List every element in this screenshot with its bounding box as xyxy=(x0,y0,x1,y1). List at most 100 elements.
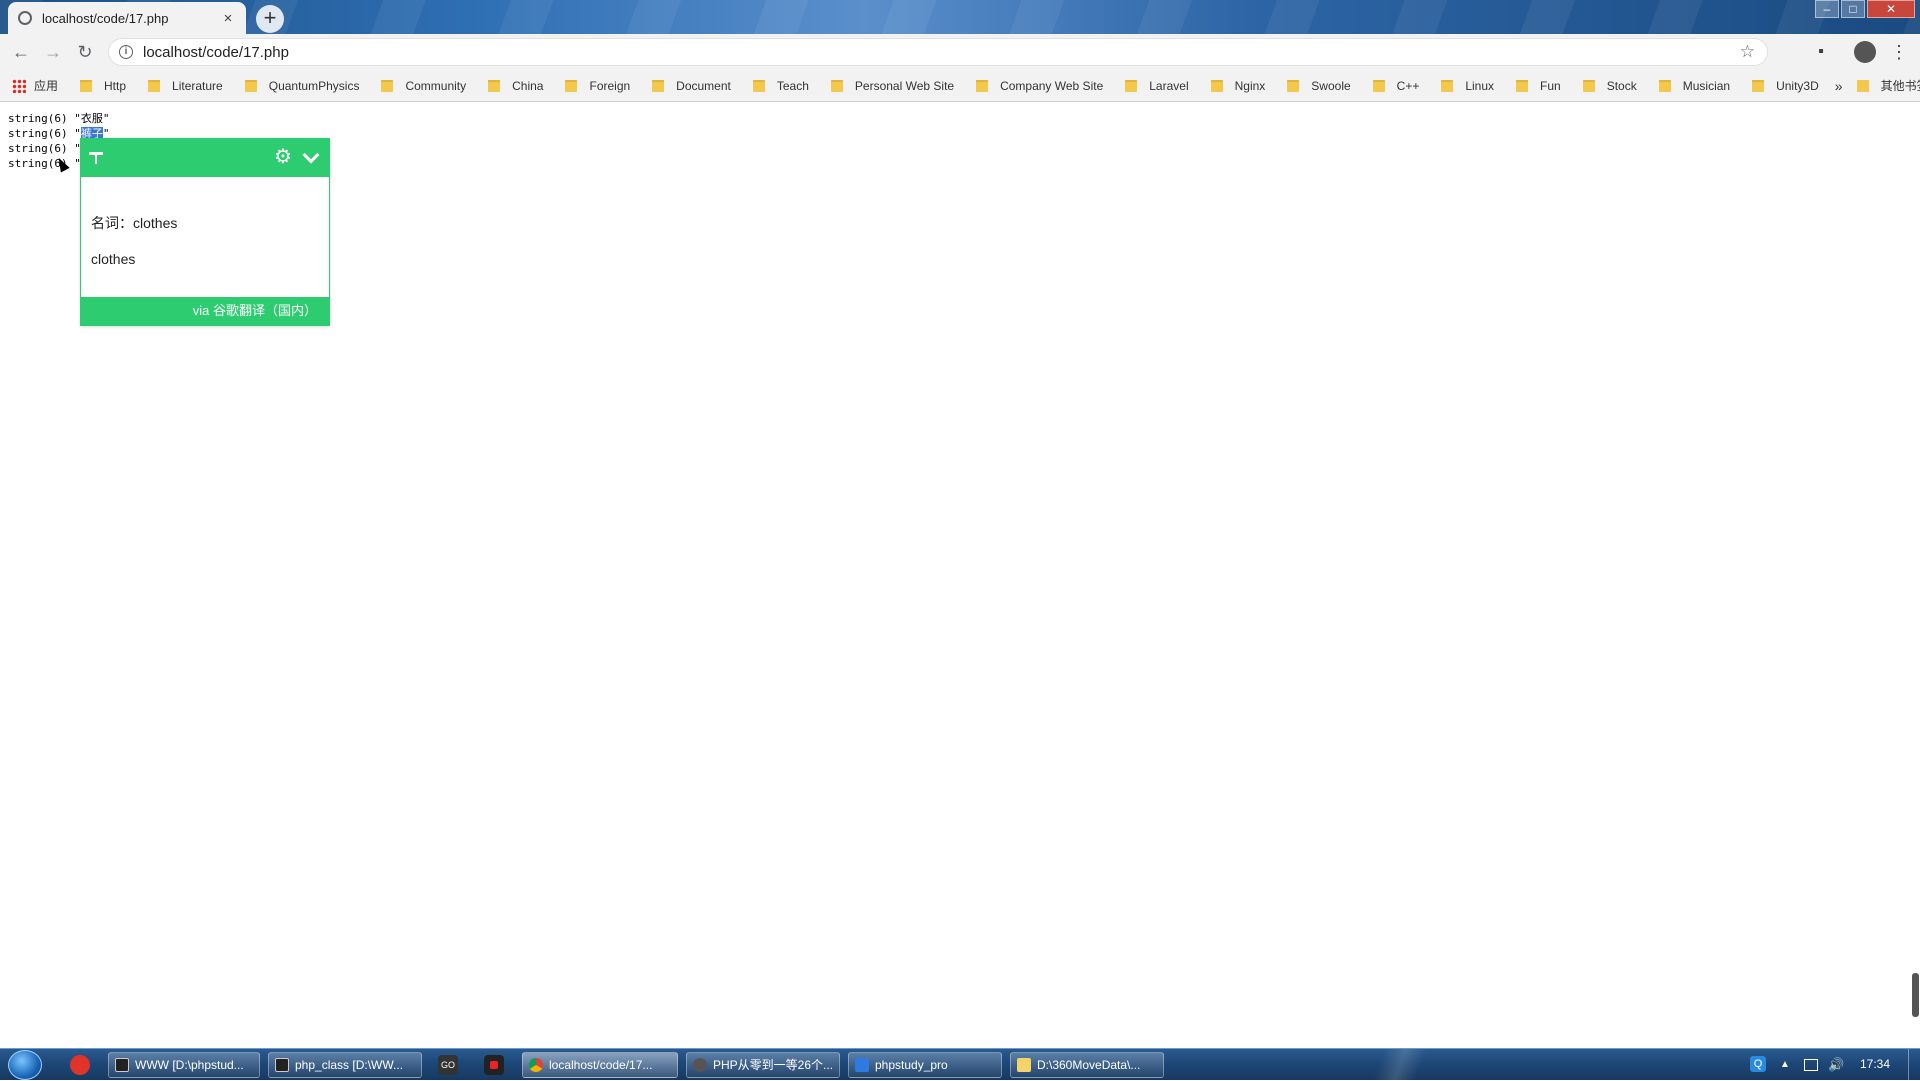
browser-menu-icon[interactable]: ⋮ xyxy=(1888,41,1910,63)
bookmark-label: Http xyxy=(104,78,127,93)
bookmark-label: Swoole xyxy=(1311,78,1351,93)
start-button[interactable] xyxy=(8,1050,42,1080)
weibo-icon[interactable] xyxy=(70,1055,90,1075)
bookmark-item[interactable]: Linux xyxy=(1441,79,1494,93)
bookmark-item[interactable]: Personal Web Site xyxy=(830,78,955,93)
minimize-button[interactable]: – xyxy=(1815,0,1839,18)
bookmark-item[interactable]: Document xyxy=(652,79,731,93)
folder-icon xyxy=(1752,79,1765,92)
bookmark-item[interactable]: Musician xyxy=(1658,78,1731,93)
maximize-button[interactable]: □ xyxy=(1841,0,1865,18)
bookmark-label: China xyxy=(512,78,544,93)
translation-word: clothes xyxy=(91,251,136,267)
new-tab-button[interactable]: + xyxy=(256,5,284,33)
folder-icon xyxy=(565,79,578,92)
bookmark-label: Literature xyxy=(172,78,223,93)
phpstorm-icon xyxy=(115,1058,129,1072)
qq-tray-icon[interactable]: Q xyxy=(1750,1056,1766,1072)
bookmark-label: Company Web Site xyxy=(1000,78,1104,93)
apps-shortcut[interactable]: 应用 xyxy=(12,77,58,94)
taskbar-item-phpstorm-www[interactable]: WWW [D:\phpstud... xyxy=(108,1052,260,1078)
record-icon[interactable] xyxy=(484,1055,504,1075)
bookmark-star-icon[interactable]: ☆ xyxy=(1740,42,1755,62)
phpstudy-icon xyxy=(855,1058,869,1072)
bookmark-label: Foreign xyxy=(589,78,631,93)
bookmark-label: Musician xyxy=(1682,78,1731,93)
clock[interactable]: 17:34 xyxy=(1860,1057,1890,1071)
other-bookmarks[interactable]: 其他书签 xyxy=(1856,77,1920,94)
translation-popup: ⚙ 名词：clothes clothes via 谷歌翻译（国内） xyxy=(80,138,330,326)
pin-icon[interactable] xyxy=(89,152,103,166)
bookmark-item[interactable]: Literature xyxy=(148,79,223,93)
bookmark-label: Community xyxy=(405,78,467,93)
folder-icon xyxy=(1017,1058,1031,1072)
tab-close-icon[interactable]: × xyxy=(220,10,236,27)
globe-icon xyxy=(18,11,32,25)
more-bookmarks-button[interactable]: » xyxy=(1835,78,1843,94)
bookmark-label: Personal Web Site xyxy=(854,78,955,93)
translation-definition: 名词：clothes xyxy=(91,215,178,231)
folder-icon xyxy=(148,79,161,92)
folder-icon xyxy=(1441,79,1454,92)
bookmark-item[interactable]: Unity3D xyxy=(1752,79,1819,93)
folder-icon xyxy=(1210,79,1223,92)
popup-footer[interactable]: via 谷歌翻译（国内） xyxy=(81,297,329,325)
gear-icon[interactable]: ⚙ xyxy=(274,147,292,167)
bookmark-item[interactable]: China xyxy=(488,79,543,93)
profile-avatar[interactable] xyxy=(1854,41,1876,63)
close-window-button[interactable]: ✕ xyxy=(1867,0,1915,18)
dump-value: 衣服 xyxy=(80,112,103,125)
apps-grid-icon xyxy=(12,78,26,93)
extension-icon[interactable]: ▪ xyxy=(1810,41,1832,63)
taskbar-item-explorer[interactable]: D:\360MoveData\... xyxy=(1010,1052,1164,1078)
app-icon xyxy=(693,1058,707,1072)
title-bar xyxy=(0,0,1920,34)
bookmark-item[interactable]: QuantumPhysics xyxy=(244,79,359,93)
taskbar-item-chrome[interactable]: localhost/code/17... xyxy=(522,1052,678,1078)
bookmark-item[interactable]: Stock xyxy=(1582,79,1637,93)
bookmarks-bar: 应用 Http Literature QuantumPhysics Community… xyxy=(0,70,1920,102)
other-bookmarks-label: 其他书签 xyxy=(1880,79,1920,93)
go-icon[interactable]: GO xyxy=(438,1055,458,1075)
browser-toolbar: ← → ↻ i localhost/code/17.php ☆ ▪ ⋮ xyxy=(0,34,1920,70)
address-bar[interactable]: i localhost/code/17.php ☆ xyxy=(108,38,1768,66)
bookmark-item[interactable]: Http xyxy=(80,79,126,93)
bookmark-item[interactable]: Laravel xyxy=(1125,78,1189,93)
bookmark-label: Teach xyxy=(776,78,809,93)
folder-icon xyxy=(1287,79,1300,92)
bookmark-item[interactable]: Nginx xyxy=(1210,79,1265,93)
back-button[interactable]: ← xyxy=(10,41,32,63)
bookmark-item[interactable]: Teach xyxy=(752,78,809,93)
popup-header: ⚙ xyxy=(81,139,329,177)
reload-button[interactable]: ↻ xyxy=(74,41,96,63)
bookmark-item[interactable]: Fun xyxy=(1516,79,1561,93)
bookmark-item[interactable]: Company Web Site xyxy=(976,79,1103,93)
bookmark-item[interactable]: C++ xyxy=(1372,79,1419,93)
folder-icon xyxy=(830,79,843,92)
taskbar-item-php-class[interactable]: php_class [D:\WW... xyxy=(268,1052,422,1078)
folder-icon xyxy=(652,79,665,92)
dump-line: string(6) "衣服" xyxy=(8,112,110,125)
bookmark-label: Laravel xyxy=(1149,78,1189,93)
taskbar-item-php-course[interactable]: PHP从零到一等26个... xyxy=(686,1052,840,1078)
scrollbar-thumb[interactable] xyxy=(1912,973,1919,1017)
forward-button[interactable]: → xyxy=(42,41,64,63)
volume-icon[interactable]: 🔊 xyxy=(1828,1057,1844,1073)
info-icon[interactable]: i xyxy=(119,45,133,59)
show-hidden-icons-icon[interactable]: ▲ xyxy=(1780,1059,1790,1070)
bookmark-item[interactable]: Community xyxy=(381,79,466,93)
chevron-down-icon[interactable] xyxy=(302,146,320,164)
show-desktop-button[interactable] xyxy=(1908,1049,1920,1081)
bookmark-item[interactable]: Swoole xyxy=(1287,78,1351,93)
taskbar-item-phpstudy[interactable]: phpstudy_pro xyxy=(848,1052,1002,1078)
apps-label: 应用 xyxy=(34,79,59,93)
folder-icon xyxy=(752,79,765,92)
folder-icon xyxy=(976,79,989,92)
bookmark-item[interactable]: Foreign xyxy=(565,79,630,93)
folder-icon xyxy=(1658,79,1671,92)
folder-icon xyxy=(1582,79,1595,92)
browser-tab[interactable]: localhost/code/17.php × xyxy=(8,2,246,34)
network-icon[interactable] xyxy=(1804,1059,1818,1071)
url-text[interactable]: localhost/code/17.php xyxy=(143,44,289,61)
folder-icon xyxy=(381,79,394,92)
